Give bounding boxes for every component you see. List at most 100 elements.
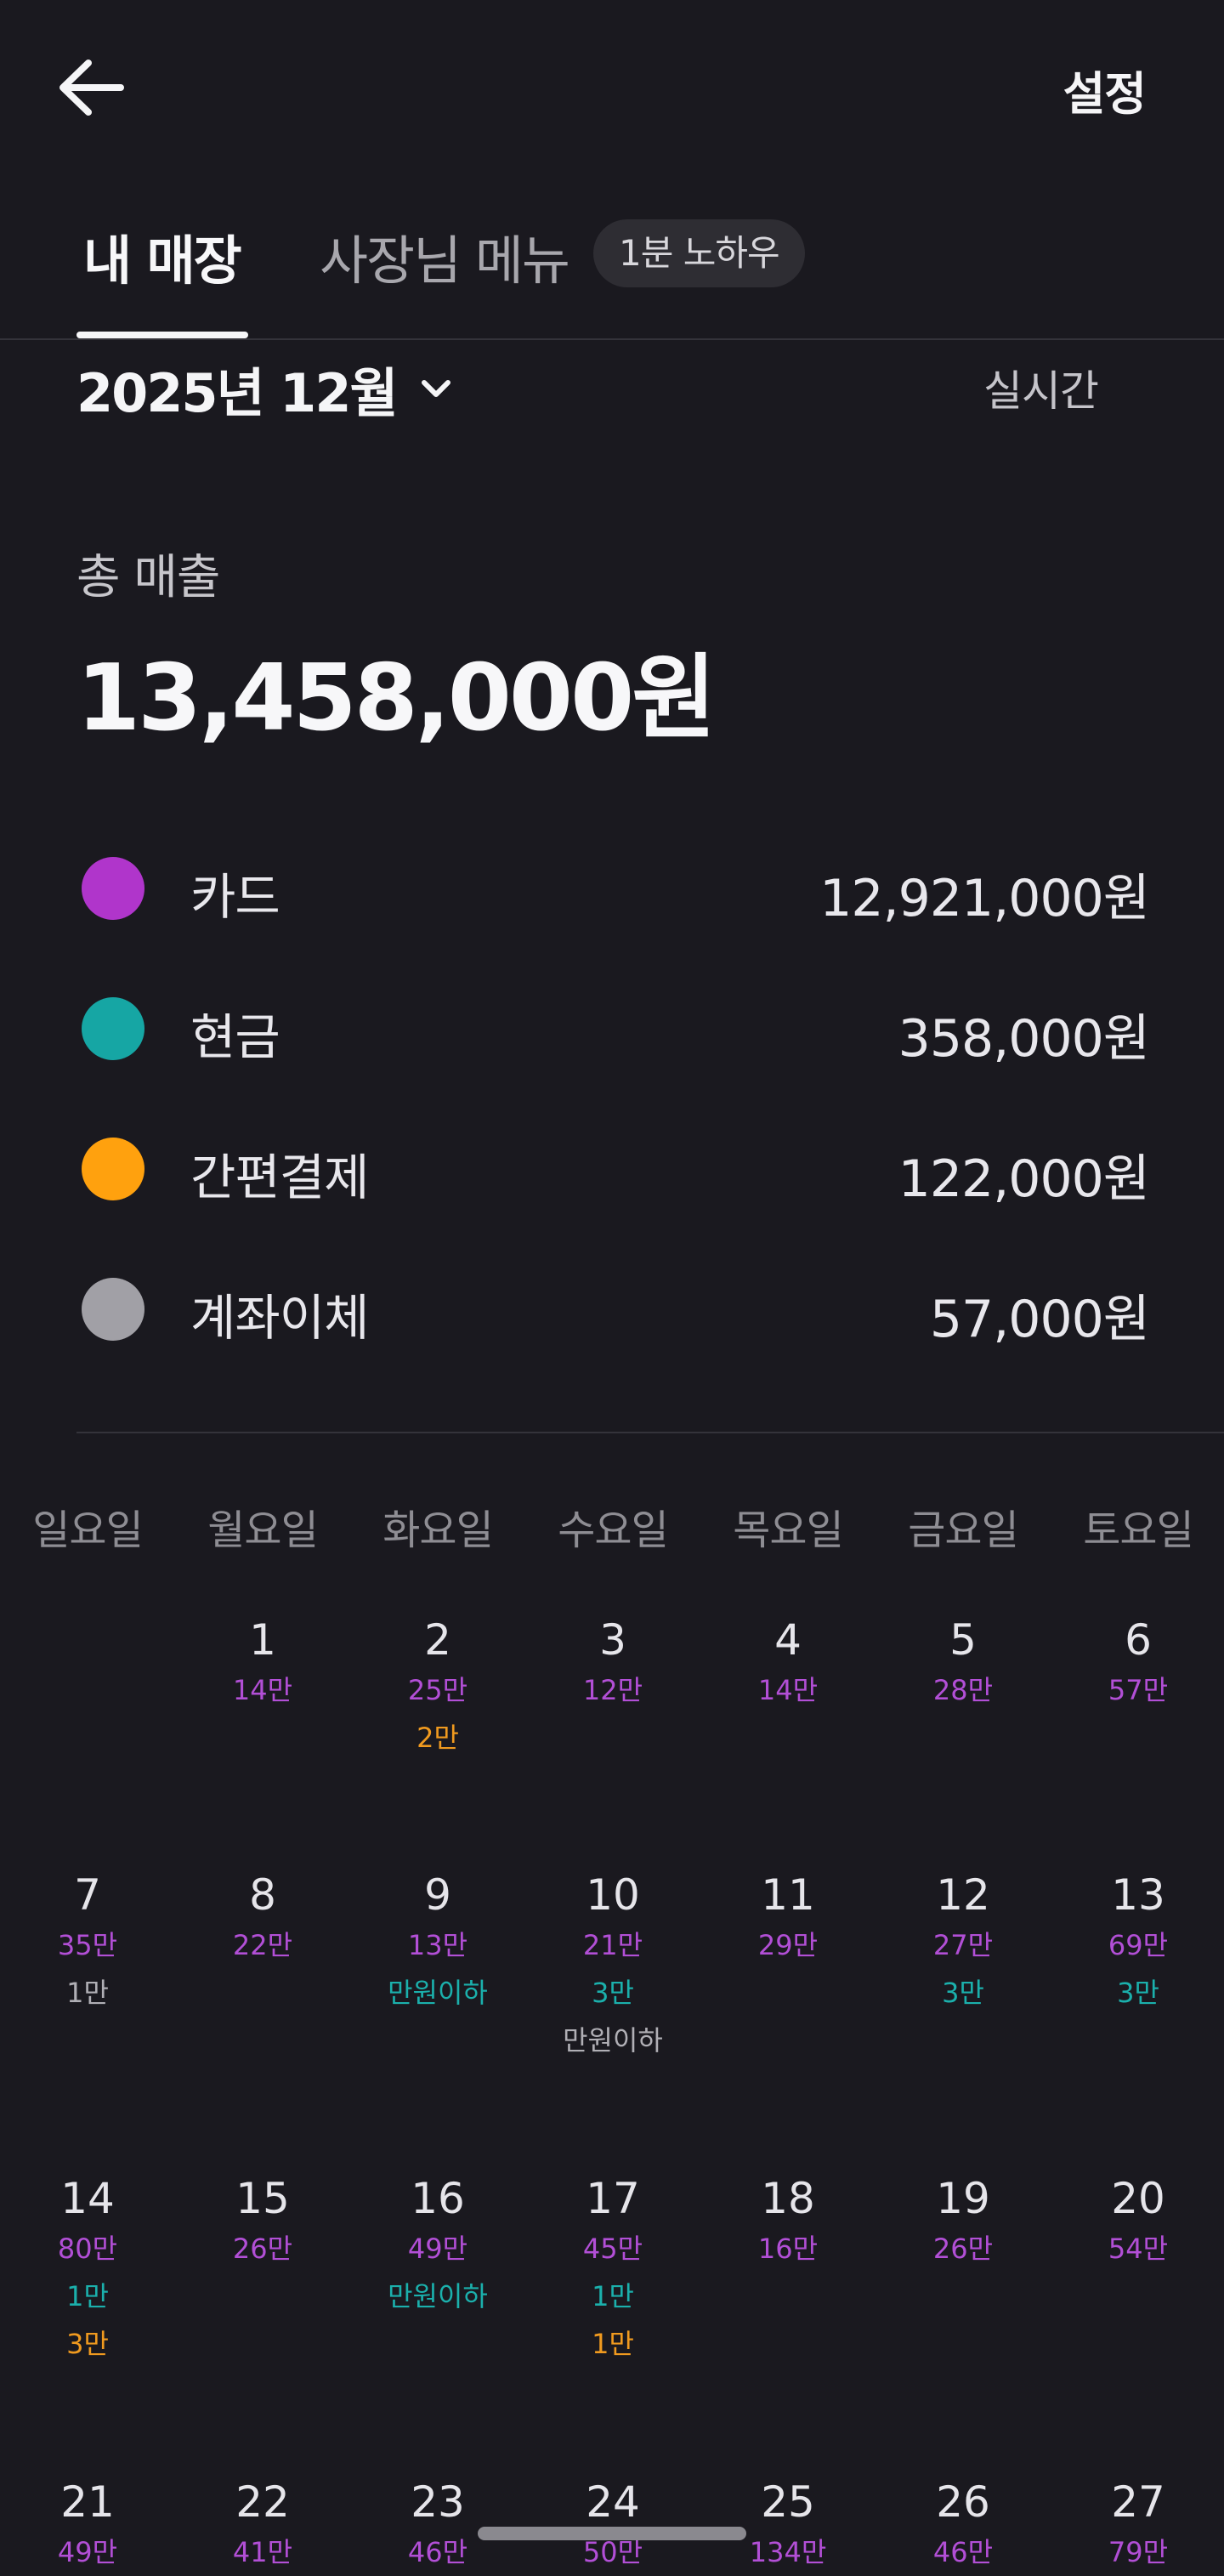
day-number: 17 (586, 2174, 640, 2223)
day-number: 26 (936, 2477, 990, 2527)
daily-sales-card: 13만 (407, 1929, 468, 1961)
calendar-day-cell[interactable]: 4 14만 (700, 1614, 876, 1762)
day-number: 27 (1111, 2477, 1165, 2527)
calendar-day-cell[interactable]: 25 134만 (700, 2476, 876, 2576)
day-number: 25 (761, 2477, 815, 2527)
cash-dot-icon (82, 997, 144, 1060)
daily-sales-cash: 만원이하 (388, 2280, 488, 2312)
daily-sales-easy: 1만 (592, 2328, 634, 2360)
payment-name: 계좌이체 (190, 1289, 369, 1347)
day-number: 11 (761, 1870, 815, 1920)
tip-badge[interactable]: 1분 노하우 (593, 219, 805, 287)
daily-sales-cash: 3만 (942, 1977, 984, 2009)
daily-sales-transfer: 1만 (66, 1977, 109, 2009)
home-indicator (478, 2527, 746, 2540)
daily-sales-card: 12만 (582, 1674, 643, 1706)
daily-sales-card: 35만 (57, 1929, 118, 1961)
arrow-left-icon (60, 60, 124, 116)
daily-sales-card: 14만 (757, 1674, 819, 1706)
day-number: 2 (424, 1615, 451, 1665)
day-number: 21 (60, 2477, 115, 2527)
calendar-day-cell[interactable]: 22 41만 (175, 2476, 350, 2576)
day-number: 18 (761, 2174, 815, 2223)
calendar-day-cell[interactable]: 23 46만 (350, 2476, 525, 2576)
daily-sales-easy: 3만 (66, 2328, 109, 2360)
calendar-day-cell[interactable]: 21 49만 (0, 2476, 175, 2576)
weekday-label: 목요일 (733, 1506, 843, 1554)
calendar-day-cell[interactable]: 18 16만 (700, 2172, 876, 2368)
active-tab-indicator (76, 332, 248, 338)
payment-name: 카드 (190, 868, 280, 926)
daily-sales-card: 25만 (407, 1674, 468, 1706)
payment-amount: 57,000원 (929, 1290, 1150, 1349)
daily-sales-card: 49만 (57, 2536, 118, 2568)
daily-sales-transfer: 만원이하 (563, 2024, 663, 2057)
calendar-day-cell[interactable]: 3 12만 (525, 1614, 700, 1762)
daily-sales-cash: 만원이하 (388, 1977, 488, 2009)
daily-sales-card: 22만 (232, 1929, 293, 1961)
calendar-day-cell[interactable]: 9 13만 만원이하 (350, 1869, 525, 2064)
card-dot-icon (82, 857, 144, 920)
daily-sales-card: 57만 (1108, 1674, 1169, 1706)
day-number: 15 (235, 2174, 290, 2223)
daily-sales-cash: 3만 (1117, 1977, 1159, 2009)
month-selector[interactable]: 2025년 12월 (76, 350, 456, 427)
weekday-label: 금요일 (908, 1506, 1018, 1554)
daily-sales-card: 45만 (582, 2233, 643, 2265)
day-number: 6 (1125, 1615, 1152, 1665)
payment-row-easy-pay: 간편결제 122,000원 (82, 1131, 1150, 1209)
chevron-down-icon (421, 380, 450, 397)
calendar-day-cell[interactable]: 17 45만 1만 1만 (525, 2172, 700, 2368)
section-divider (76, 1432, 1224, 1433)
calendar-day-cell[interactable]: 16 49만만원이하 (350, 2172, 525, 2368)
daily-sales-card: 28만 (932, 1674, 994, 1706)
day-number: 4 (774, 1615, 802, 1665)
daily-sales-card: 49만 (407, 2233, 468, 2265)
transfer-dot-icon (82, 1278, 144, 1341)
weekday-label: 일요일 (32, 1506, 143, 1554)
calendar-day-cell[interactable]: 6 57만 (1051, 1614, 1224, 1762)
calendar-day-cell[interactable]: 24 50만 (525, 2476, 700, 2576)
calendar-day-cell[interactable]: 8 22만 (175, 1869, 350, 2064)
payment-row-card: 카드 12,921,000원 (82, 850, 1150, 928)
calendar-day-cell[interactable]: 5 28만 (876, 1614, 1051, 1762)
daily-sales-cash: 1만 (592, 2280, 634, 2312)
calendar-day-cell[interactable]: 12 27만 3만 (876, 1869, 1051, 2064)
calendar-day-cell[interactable]: 2 25만 2만 (350, 1614, 525, 1762)
day-number: 10 (586, 1870, 640, 1920)
calendar-day-cell[interactable]: 7 35만 1만 (0, 1869, 175, 2064)
payment-amount: 12,921,000원 (819, 869, 1150, 928)
realtime-button[interactable]: 실시간 (983, 357, 1099, 418)
daily-sales-card: 54만 (1108, 2233, 1169, 2265)
daily-sales-card: 69만 (1108, 1929, 1169, 1961)
calendar-day-cell[interactable]: 13 69만 3만 (1051, 1869, 1224, 2064)
calendar-day-cell[interactable]: 11 29만 (700, 1869, 876, 2064)
day-number: 8 (249, 1870, 276, 1920)
calendar-week-row: 21 49만 22 41만 23 46만 24 50만 25 134만 26 46만 27 79만 (0, 2476, 1224, 2576)
daily-sales-card: 29만 (757, 1929, 819, 1961)
calendar-week-row: 7 35만 1만 8 22만 9 13만 만원이하 10 21만 3만 만원이하 11 29만 12 27만 3… (0, 1869, 1224, 2064)
day-number: 13 (1111, 1870, 1165, 1920)
weekday-header: 일요일 월요일 화요일 수요일 목요일 금요일 토요일 (0, 1496, 1224, 1556)
settings-button[interactable]: 설정 (1063, 56, 1147, 123)
day-number: 19 (936, 2174, 990, 2223)
calendar-day-cell[interactable]: 14 80만 1만 3만 (0, 2172, 175, 2368)
daily-sales-card: 46만 (932, 2536, 994, 2568)
calendar-day-cell[interactable]: 10 21만 3만 만원이하 (525, 1869, 700, 2064)
tab-owner-menu[interactable]: 사장님 메뉴 (320, 218, 570, 294)
payment-amount: 122,000원 (898, 1149, 1150, 1209)
tab-bar: 내 매장 사장님 메뉴 1분 노하우 (0, 204, 1224, 340)
tab-my-store[interactable]: 내 매장 (83, 218, 242, 294)
easy-pay-dot-icon (82, 1138, 144, 1200)
day-number: 20 (1111, 2174, 1165, 2223)
calendar-day-cell[interactable]: 1 14만 (175, 1614, 350, 1762)
day-number: 12 (936, 1870, 990, 1920)
calendar-day-cell[interactable]: 27 79만 (1051, 2476, 1224, 2576)
day-number: 16 (411, 2174, 465, 2223)
calendar-day-cell[interactable]: 26 46만 (876, 2476, 1051, 2576)
calendar-day-cell[interactable]: 19 26만 (876, 2172, 1051, 2368)
calendar-day-cell[interactable]: 15 26만 (175, 2172, 350, 2368)
back-button[interactable] (53, 49, 129, 126)
calendar-day-cell[interactable]: 20 54만 (1051, 2172, 1224, 2368)
payment-amount: 358,000원 (898, 1009, 1150, 1069)
